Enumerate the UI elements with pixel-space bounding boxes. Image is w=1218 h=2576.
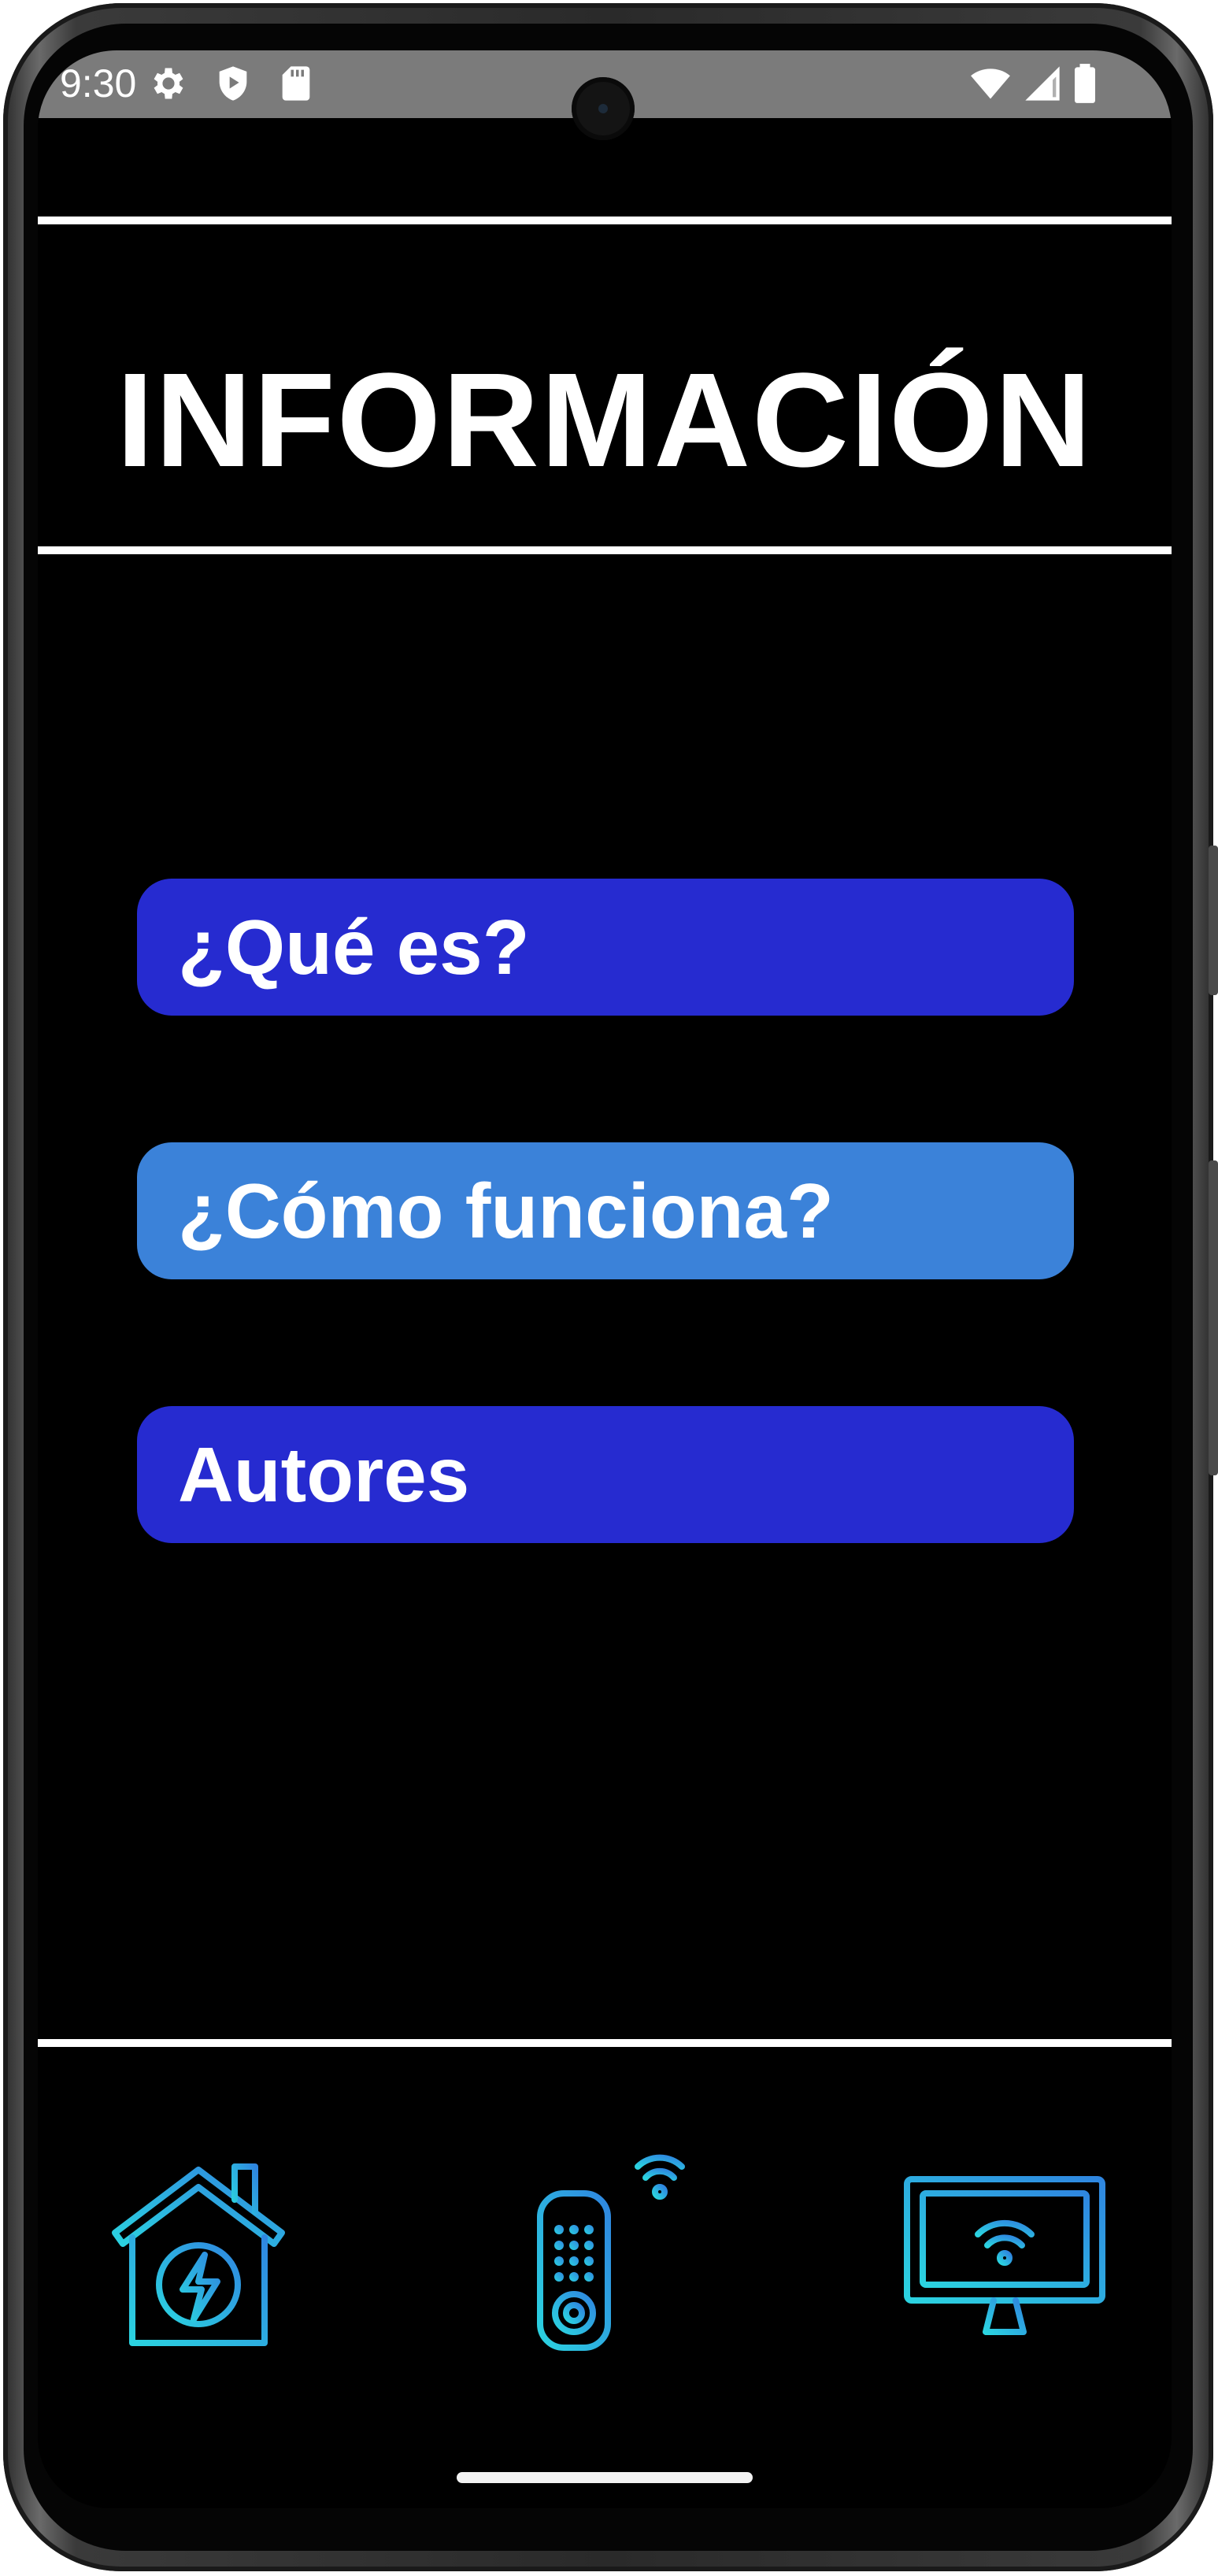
- battery-icon: [1075, 64, 1095, 103]
- bottom-nav-divider: [38, 2039, 1172, 2047]
- status-time: 9:30: [60, 61, 137, 105]
- autores-button[interactable]: Autores: [137, 1406, 1074, 1543]
- app-screen: 9:30 INFORMACIÓN ¿Qué es? ¿Cómo funciona…: [38, 50, 1172, 2508]
- wifi-icon: [971, 68, 1010, 99]
- smart-tv-icon[interactable]: [902, 2174, 1107, 2341]
- front-camera: [572, 77, 635, 140]
- volume-button: [1209, 846, 1218, 995]
- power-button: [1209, 1160, 1218, 1475]
- wifi-remote-icon[interactable]: [528, 2151, 693, 2356]
- header-bottom-divider: [38, 546, 1172, 554]
- page-title: INFORMACIÓN: [116, 346, 1094, 495]
- como-funciona-button[interactable]: ¿Cómo funciona?: [137, 1142, 1074, 1279]
- gear-icon: [154, 68, 183, 99]
- que-es-button[interactable]: ¿Qué es?: [137, 879, 1074, 1016]
- sd-card-icon: [282, 66, 310, 101]
- home-indicator[interactable]: [457, 2472, 753, 2483]
- smart-home-icon[interactable]: [104, 2156, 293, 2352]
- signal-icon: [1025, 66, 1060, 101]
- header-top-divider: [38, 217, 1172, 224]
- shield-play-icon: [219, 66, 247, 101]
